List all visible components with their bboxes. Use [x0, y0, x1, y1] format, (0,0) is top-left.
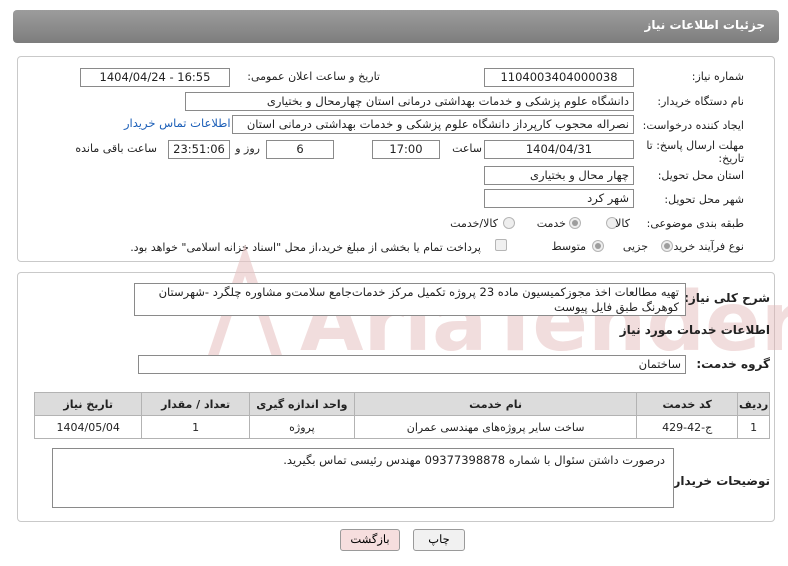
- col-row: ردیف: [737, 392, 770, 416]
- col-quantity: تعداد / مقدار: [141, 392, 250, 416]
- col-unit: واحد اندازه گیری: [248, 392, 356, 416]
- table-row: 1 ج-42-429 ساخت سایر پروژه‌های مهندسی عم…: [33, 415, 770, 439]
- deadline-label-date: تاریخ:: [718, 152, 744, 165]
- cell-name: ساخت سایر پروژه‌های مهندسی عمران: [354, 415, 638, 439]
- province-label: استان محل تحویل:: [657, 169, 744, 182]
- services-table: ردیف کد خدمت نام خدمت واحد اندازه گیری ت…: [33, 392, 770, 439]
- back-button[interactable]: بازگشت: [340, 529, 400, 551]
- cell-unit: پروژه: [248, 415, 356, 439]
- page-title: جزئیات اطلاعات نیاز: [644, 18, 765, 32]
- process-radio-medium[interactable]: [592, 240, 604, 252]
- days-field: 6: [266, 140, 334, 159]
- buyer-notes-label: توضیحات خریدار:: [668, 474, 770, 488]
- services-table-header: ردیف کد خدمت نام خدمت واحد اندازه گیری ت…: [33, 392, 770, 416]
- category-radio-goods-service[interactable]: [503, 217, 515, 229]
- process-label: نوع فرآیند خرید :: [666, 240, 744, 253]
- deadline-label: مهلت ارسال پاسخ: تا: [646, 139, 744, 152]
- province-field: چهار محال و بختیاری: [484, 166, 634, 185]
- city-label: شهر محل تحویل:: [664, 193, 744, 206]
- buyer-notes-field: درصورت داشتن سئوال با شماره 09377398878 …: [52, 448, 674, 508]
- need-number-label: شماره نیاز:: [691, 70, 744, 83]
- remaining-label: ساعت باقی مانده: [75, 142, 157, 155]
- summary-label: شرح کلی نیاز:: [684, 291, 770, 305]
- page-header: جزئیات اطلاعات نیاز: [13, 10, 779, 43]
- creator-field: نصراله محجوب کارپرداز دانشگاه علوم پزشکی…: [232, 115, 634, 134]
- deadline-date-field: 1404/04/31: [484, 140, 634, 159]
- treasury-payment-checkbox[interactable]: [495, 239, 507, 251]
- category-label: طبقه بندی موضوعی:: [646, 217, 744, 230]
- city-field: شهر کرد: [484, 189, 634, 208]
- buyer-org-field: دانشگاه علوم پزشکی و خدمات بهداشتی درمان…: [185, 92, 634, 111]
- remaining-time-field: 23:51:06: [168, 140, 230, 159]
- category-option-goods-service: کالا/خدمت: [450, 217, 498, 230]
- deadline-time-label: ساعت: [452, 142, 482, 155]
- deadline-time-field: 17:00: [372, 140, 440, 159]
- payment-note: پرداخت تمام یا بخشی از مبلغ خرید،از محل …: [130, 241, 481, 254]
- summary-field: تهیه مطالعات اخذ مجوزکمیسیون ماده 23 پرو…: [134, 283, 686, 316]
- cell-quantity: 1: [141, 415, 250, 439]
- process-radio-minor[interactable]: [661, 240, 673, 252]
- cell-row: 1: [737, 415, 770, 439]
- category-radio-service[interactable]: [569, 217, 581, 229]
- announce-field: 1404/04/24 - 16:55: [80, 68, 230, 87]
- process-option-medium: متوسط: [551, 240, 586, 253]
- buyer-contact-link[interactable]: اطلاعات تماس خریدار: [124, 116, 231, 130]
- services-section-title: اطلاعات خدمات مورد نیاز: [619, 323, 770, 337]
- buyer-org-label: نام دستگاه خریدار:: [657, 95, 744, 108]
- announce-label: تاریخ و ساعت اعلان عمومی:: [247, 70, 380, 83]
- category-option-goods: کالا: [615, 217, 630, 230]
- days-label: روز و: [235, 142, 260, 155]
- category-option-service: خدمت: [536, 217, 566, 230]
- creator-label: ایجاد کننده درخواست:: [642, 119, 744, 132]
- col-code: کد خدمت: [636, 392, 739, 416]
- print-button[interactable]: چاپ: [413, 529, 465, 551]
- service-group-label: گروه خدمت:: [696, 357, 770, 371]
- process-option-minor: جزیی: [622, 240, 648, 253]
- service-group-field: ساختمان: [138, 355, 686, 374]
- cell-code: ج-42-429: [636, 415, 739, 439]
- col-date: تاریخ نیاز: [33, 392, 143, 416]
- cell-date: 1404/05/04: [33, 415, 143, 439]
- need-number-field: 1104003404000038: [484, 68, 634, 87]
- col-name: نام خدمت: [354, 392, 638, 416]
